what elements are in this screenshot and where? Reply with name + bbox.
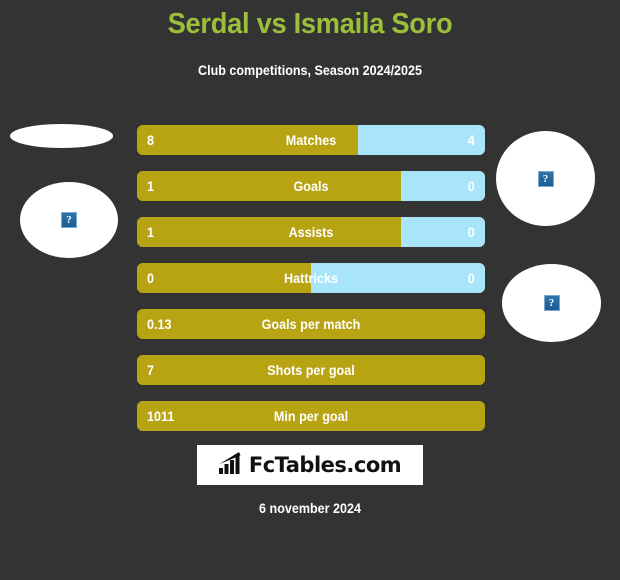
page-title: Serdal vs Ismaila Soro [167,8,453,40]
stats-bar-list: 8 4 Matches 1 0 Goals 1 0 Assists 0 0 Hattricks 0.13… [137,125,485,447]
stat-value-away: 0 [467,270,475,286]
stat-value-away: 0 [467,178,475,194]
page-subtitle: Club competitions, Season 2024/2025 [198,63,422,78]
stat-value-home: 8 [147,132,155,148]
avatar-away-player: ? [496,131,595,226]
stat-value-home: 0 [147,270,155,286]
player-comparison-infographic: Serdal vs Ismaila Soro Club competitions… [0,0,620,580]
avatar-away-club: ? [502,264,601,342]
stat-label: Matches [285,132,337,148]
stat-row: 0.13 Goals per match [137,309,485,339]
bar-chart-icon [218,451,245,479]
broken-image-icon: ? [543,295,560,311]
stat-value-away: 0 [467,224,475,240]
fctables-logo[interactable]: FcTables.com [197,445,423,485]
date-label: 6 november 2024 [259,501,361,516]
stat-value-home: 1 [147,178,155,194]
stat-label: Assists [288,224,334,240]
avatar-home-club [10,124,113,148]
stat-value-home: 1 [147,224,155,240]
stat-row: 8 4 Matches [137,125,485,155]
stat-row: 7 Shots per goal [137,355,485,385]
stat-row: 1 0 Assists [137,217,485,247]
stat-value-away: 4 [467,132,475,148]
stat-row: 1011 Min per goal [137,401,485,431]
stat-label: Goals [293,178,329,194]
stat-value-home: 7 [147,362,155,378]
stat-label: Min per goal [273,408,349,424]
stat-label: Hattricks [284,270,338,286]
stat-label: Goals per match [261,316,361,332]
stat-row: 0 0 Hattricks [137,263,485,293]
stat-row: 1 0 Goals [137,171,485,201]
broken-image-icon: ? [537,170,554,187]
stat-label: Shots per goal [267,362,355,378]
broken-image-icon: ? [61,212,77,228]
avatar-home-player: ? [20,182,118,258]
logo-text: FcTables.com [248,453,402,477]
